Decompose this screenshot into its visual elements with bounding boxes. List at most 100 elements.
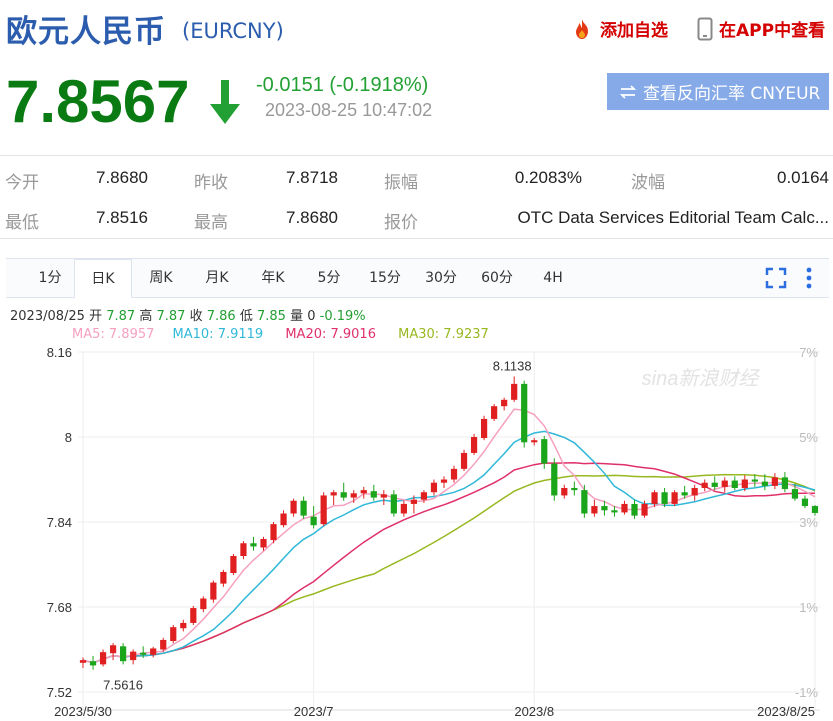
candle-body [120, 646, 127, 662]
candle-body [631, 503, 638, 516]
candle-body [480, 418, 488, 439]
wave-label: 波幅 [631, 173, 665, 192]
candle-body [99, 652, 107, 665]
candle-body [340, 492, 347, 498]
candle-body [89, 661, 97, 666]
candle-body [140, 652, 147, 655]
info-vol-label: 量 [290, 309, 304, 324]
info-date: 2023/08/25 [10, 309, 85, 324]
x-tick-label: 2023/8/25 [757, 704, 815, 719]
candle-body [571, 488, 578, 491]
candle-body [290, 500, 297, 514]
candle-body [230, 556, 237, 573]
candle-body [390, 494, 397, 514]
candle-body [220, 571, 227, 584]
candle-body [611, 510, 618, 513]
tab-15min[interactable]: 15分 [360, 259, 410, 297]
candle-info: 2023/08/25 开 7.87 高 7.87 收 7.86 低 7.85 量… [10, 305, 366, 324]
tab-monthly[interactable]: 月K [192, 259, 242, 297]
more-options-icon[interactable] [803, 266, 815, 290]
candle-body [671, 492, 678, 504]
candle-body [531, 440, 538, 443]
candle-body [150, 648, 157, 655]
candle-body [511, 383, 518, 400]
kline-chart[interactable]: sina新浪财经 8.16 7% 8 5% 7.84 3% 7.68 1% 7.52 -1% 202… [0, 340, 833, 721]
candle-body [751, 479, 758, 482]
ma-lines [82, 408, 816, 664]
candle-body [180, 622, 187, 629]
tab-30min[interactable]: 30分 [416, 259, 466, 297]
current-price: 7.8567 [6, 68, 190, 135]
info-open: 7.87 [106, 309, 136, 324]
phone-icon [697, 17, 713, 40]
candle-body [250, 543, 257, 547]
open-value: 7.8680 [96, 168, 148, 187]
candle-body [541, 439, 548, 464]
min-price-label: 7.5616 [103, 678, 143, 693]
open-label: 今开 [5, 173, 39, 192]
candle-body [781, 477, 789, 490]
candle-body [470, 437, 478, 453]
candle-body [300, 500, 307, 516]
candle-body [210, 582, 217, 600]
tab-5min[interactable]: 5分 [304, 259, 354, 297]
x-tick-label: 2023/8 [514, 704, 554, 719]
tab-daily[interactable]: 日K [74, 259, 132, 298]
arrow-down-icon [210, 80, 240, 124]
candle-body [160, 639, 167, 650]
candle-body [109, 645, 117, 654]
tab-60min[interactable]: 60分 [472, 259, 522, 297]
candles [79, 376, 819, 670]
add-favorite-button[interactable]: 添加自选 [570, 16, 668, 41]
candle-body [681, 492, 688, 496]
watermark: sina新浪财经 [642, 368, 761, 390]
candle-body [330, 492, 337, 496]
candle-body [551, 463, 558, 496]
candle-body [170, 627, 177, 641]
tab-1min[interactable]: 1分 [26, 259, 74, 297]
y-pct-label: 1% [799, 600, 818, 615]
tab-weekly[interactable]: 周K [136, 259, 186, 297]
candle-body [801, 498, 809, 507]
stats-table: 今开 7.8680 昨收 7.8718 振幅 0.2083% 波幅 0.0164… [0, 155, 833, 239]
candle-body [561, 488, 568, 496]
add-favorite-label: 添加自选 [600, 21, 668, 41]
candle-body [450, 468, 458, 480]
high-value: 7.8680 [286, 208, 338, 227]
candle-body [521, 383, 528, 443]
y-tick-label: 8.16 [47, 345, 72, 360]
price-change: -0.0151 (-0.1918%) [256, 74, 429, 96]
tab-4h[interactable]: 4H [528, 259, 578, 297]
candle-body [350, 493, 357, 498]
y-pct-label: 3% [799, 515, 818, 530]
view-reverse-rate-button[interactable]: 查看反向汇率 CNYEUR [607, 73, 829, 110]
tab-yearly[interactable]: 年K [248, 259, 298, 297]
candle-body [741, 479, 748, 488]
candle-body [661, 492, 668, 504]
y-tick-label: 7.84 [47, 515, 72, 530]
candle-body [280, 513, 287, 526]
candle-body [641, 503, 648, 516]
candle-body [240, 543, 247, 556]
chart-grid [78, 351, 820, 711]
max-price-label: 8.1138 [493, 358, 532, 373]
fullscreen-icon[interactable] [765, 267, 787, 289]
candle-body [460, 452, 468, 469]
currency-code: (EURCNY) [182, 19, 284, 43]
high-label: 最高 [194, 213, 228, 232]
info-low-label: 低 [239, 309, 253, 324]
candle-body [380, 494, 387, 498]
quote-source-label: 报价 [384, 213, 418, 232]
view-in-app-button[interactable]: 在APP中查看 [697, 16, 825, 41]
candle-body [761, 481, 768, 486]
candle-body [591, 506, 598, 514]
candle-body [651, 492, 658, 504]
x-tick-label: 2023/5/30 [54, 704, 112, 719]
candle-body [370, 491, 377, 498]
quote-source-value: OTC Data Services Editorial Team Calc... [517, 208, 829, 227]
info-open-label: 开 [89, 309, 103, 324]
y-tick-label: 8 [65, 430, 72, 445]
y-pct-label: 5% [799, 430, 818, 445]
quote-time: 2023-08-25 10:47:02 [265, 100, 433, 120]
candle-body [711, 482, 718, 487]
